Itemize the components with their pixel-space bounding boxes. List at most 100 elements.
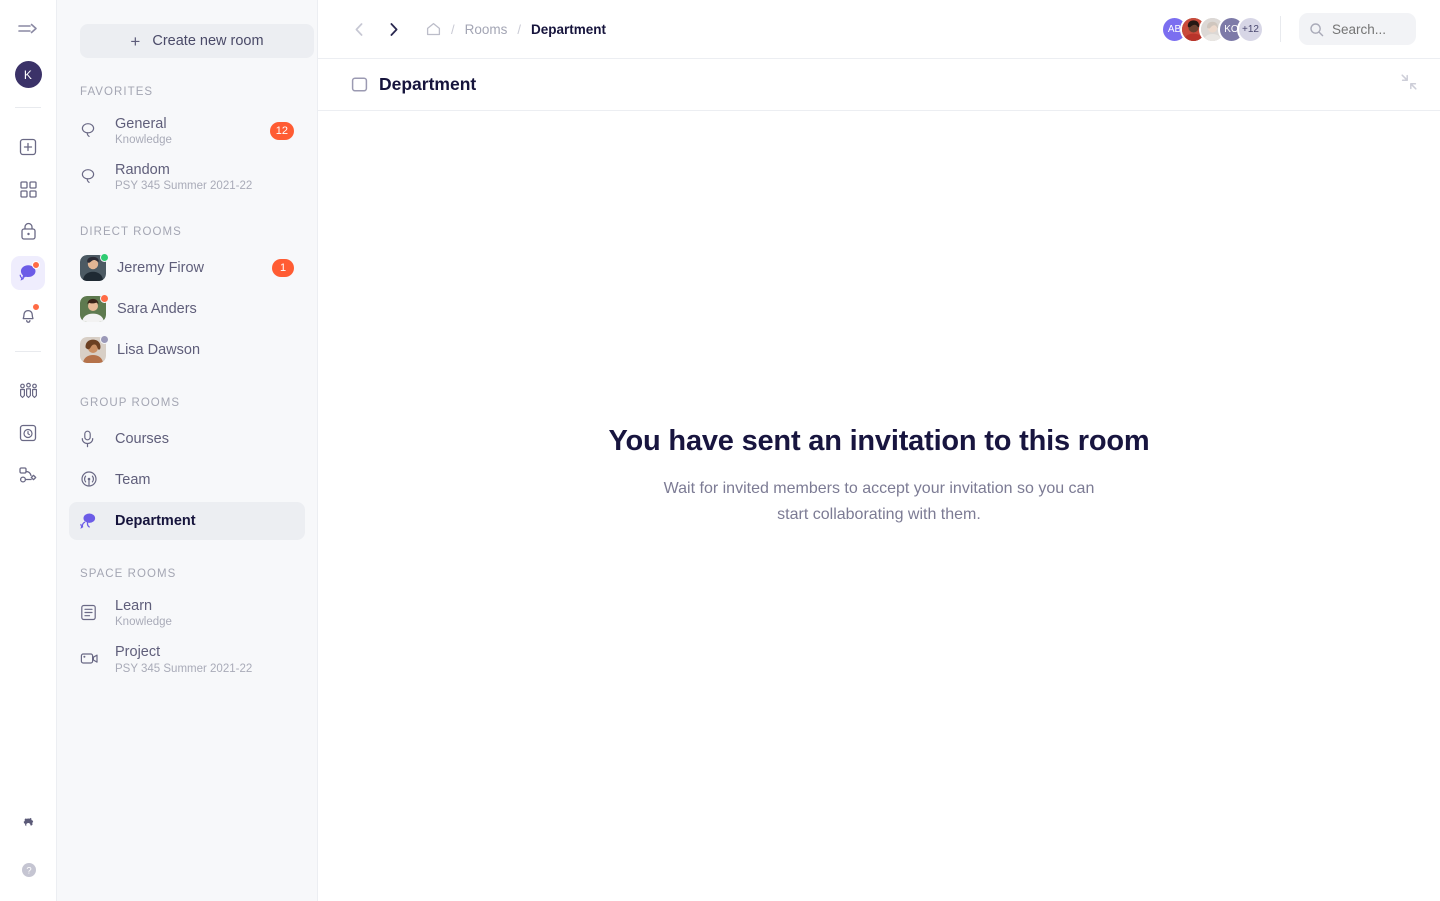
room-item-learn[interactable]: Learn Knowledge bbox=[69, 591, 305, 634]
search-box[interactable] bbox=[1299, 13, 1416, 45]
room-item-text: Team bbox=[115, 471, 294, 489]
direct-room-item-lisa-dawson[interactable]: Lisa Dawson bbox=[69, 331, 305, 369]
avatar-overflow-label: +12 bbox=[1242, 23, 1259, 35]
user-avatar[interactable]: K bbox=[14, 61, 42, 88]
room-item-name: Project bbox=[115, 644, 161, 661]
apps-icon[interactable] bbox=[11, 172, 45, 206]
main-area: / Rooms / Department AB KO +12 Search...… bbox=[318, 0, 1440, 901]
avatar bbox=[80, 335, 109, 364]
room-item-sub: PSY 345 Summer 2021-22 bbox=[115, 180, 253, 193]
section-title-direct-rooms: DIRECT ROOMS bbox=[80, 226, 182, 239]
room-item-name: Random bbox=[115, 162, 170, 179]
room-item-text: Sara Anders bbox=[117, 300, 294, 318]
rail-bottom-group: ? bbox=[0, 795, 57, 887]
top-bar-divider bbox=[1280, 16, 1281, 42]
broadcast-icon bbox=[80, 471, 104, 489]
room-item-department[interactable]: Department bbox=[69, 502, 305, 541]
unread-badge: 12 bbox=[269, 121, 294, 140]
notification-unread-dot bbox=[32, 303, 40, 311]
room-item-text: Learn Knowledge bbox=[115, 597, 294, 628]
page-title: Department bbox=[379, 74, 477, 94]
room-item-text: Lisa Dawson bbox=[117, 341, 294, 359]
breadcrumb-separator: / bbox=[451, 21, 455, 37]
create-new-room-button[interactable]: + Create new room bbox=[80, 24, 314, 58]
room-item-name: Team bbox=[115, 472, 151, 489]
member-avatar-group[interactable]: AB KO +12 bbox=[1161, 15, 1264, 43]
empty-state-body: Wait for invited members to accept your … bbox=[663, 479, 1095, 523]
room-item-general[interactable]: General Knowledge 12 bbox=[69, 109, 305, 152]
top-bar: / Rooms / Department AB KO +12 Search... bbox=[318, 0, 1440, 59]
section-title-favorites: FAVORITES bbox=[80, 86, 154, 98]
empty-state: You have sent an invitation to this room… bbox=[318, 111, 1440, 901]
room-item-name: General bbox=[115, 116, 167, 132]
top-bar-right: AB KO +12 Search... bbox=[1161, 13, 1416, 45]
room-item-name: Lisa Dawson bbox=[117, 342, 201, 359]
breadcrumb-separator: / bbox=[517, 21, 522, 37]
direct-room-item-sara-anders[interactable]: Sara Anders bbox=[69, 290, 305, 328]
rail-divider-mid bbox=[15, 351, 41, 352]
room-item-courses[interactable]: Courses bbox=[69, 420, 305, 458]
help-icon[interactable]: ? bbox=[12, 853, 46, 887]
breadcrumb-item-department: Department bbox=[531, 21, 607, 37]
direct-room-item-jeremy-firow[interactable]: Jeremy Firow 1 bbox=[69, 249, 305, 287]
notifications-icon[interactable] bbox=[11, 298, 45, 332]
add-icon[interactable] bbox=[11, 130, 45, 164]
status-dot bbox=[100, 253, 109, 263]
room-item-sub: Knowledge bbox=[115, 616, 172, 629]
chat-unread-dot bbox=[32, 261, 40, 269]
room-item-sub: PSY 345 Summer 2021-22 bbox=[115, 662, 253, 675]
collapse-diagonal-icon[interactable] bbox=[1400, 73, 1418, 96]
empty-state-heading: You have sent an invitation to this room bbox=[608, 424, 1150, 457]
room-header: Department bbox=[318, 59, 1440, 111]
room-item-text: General Knowledge bbox=[115, 115, 264, 146]
plus-icon: + bbox=[130, 31, 141, 51]
search-input[interactable] bbox=[1332, 21, 1406, 37]
rooms-sidebar: + Create new room FAVORITES General Know… bbox=[57, 0, 318, 901]
avatar bbox=[80, 253, 109, 282]
status-dot bbox=[100, 294, 109, 304]
rail-divider-top bbox=[15, 107, 41, 108]
chat-icon[interactable] bbox=[11, 256, 45, 290]
room-item-sub: Knowledge bbox=[115, 134, 172, 147]
menu-expand-icon[interactable] bbox=[14, 19, 42, 41]
avatar-overflow-count[interactable]: +12 bbox=[1237, 15, 1264, 43]
status-dot bbox=[100, 335, 109, 345]
room-item-random[interactable]: Random PSY 345 Summer 2021-22 bbox=[69, 155, 305, 198]
section-title-space-rooms: SPACE ROOMS bbox=[80, 568, 177, 581]
room-item-text: Project PSY 345 Summer 2021-22 bbox=[115, 643, 294, 674]
history-icon[interactable] bbox=[11, 416, 45, 450]
create-new-room-label: Create new room bbox=[152, 33, 264, 49]
room-item-text: Courses bbox=[115, 430, 294, 448]
room-square-icon bbox=[351, 76, 368, 93]
chevron-left-icon[interactable] bbox=[346, 16, 372, 42]
unread-badge: 1 bbox=[272, 259, 294, 278]
people-icon[interactable] bbox=[11, 374, 45, 408]
chevron-right-icon[interactable] bbox=[380, 16, 406, 42]
room-item-name: Courses bbox=[115, 431, 169, 448]
chat-bubble-outline-icon bbox=[80, 122, 104, 139]
room-item-text: Jeremy Firow bbox=[117, 259, 266, 277]
room-item-text: Random PSY 345 Summer 2021-22 bbox=[115, 161, 294, 192]
lock-icon[interactable] bbox=[11, 214, 45, 248]
home-icon[interactable] bbox=[426, 22, 441, 36]
workflow-icon[interactable] bbox=[11, 458, 45, 492]
user-avatar-initial: K bbox=[23, 67, 33, 82]
chat-bubble-outline-icon bbox=[80, 168, 104, 185]
svg-text:?: ? bbox=[26, 866, 31, 877]
room-item-name: Learn bbox=[115, 598, 153, 615]
microphone-icon bbox=[80, 430, 104, 448]
breadcrumb-item-rooms[interactable]: Rooms bbox=[465, 22, 508, 37]
chat-bubbles-filled-icon bbox=[80, 512, 104, 530]
document-list-icon bbox=[80, 604, 104, 621]
room-item-text: Department bbox=[115, 512, 294, 530]
section-title-group-rooms: GROUP ROOMS bbox=[80, 397, 181, 410]
room-item-team[interactable]: Team bbox=[69, 461, 305, 499]
avatar bbox=[80, 294, 109, 323]
room-item-name: Department bbox=[115, 513, 196, 530]
video-camera-icon bbox=[80, 651, 104, 666]
icon-rail: K ? bbox=[0, 0, 57, 901]
settings-icon[interactable] bbox=[12, 807, 46, 841]
app-root: K ? + Create new room FAVORITES General … bbox=[0, 0, 1440, 901]
room-item-project[interactable]: Project PSY 345 Summer 2021-22 bbox=[69, 637, 305, 680]
room-item-name: Sara Anders bbox=[117, 301, 197, 318]
